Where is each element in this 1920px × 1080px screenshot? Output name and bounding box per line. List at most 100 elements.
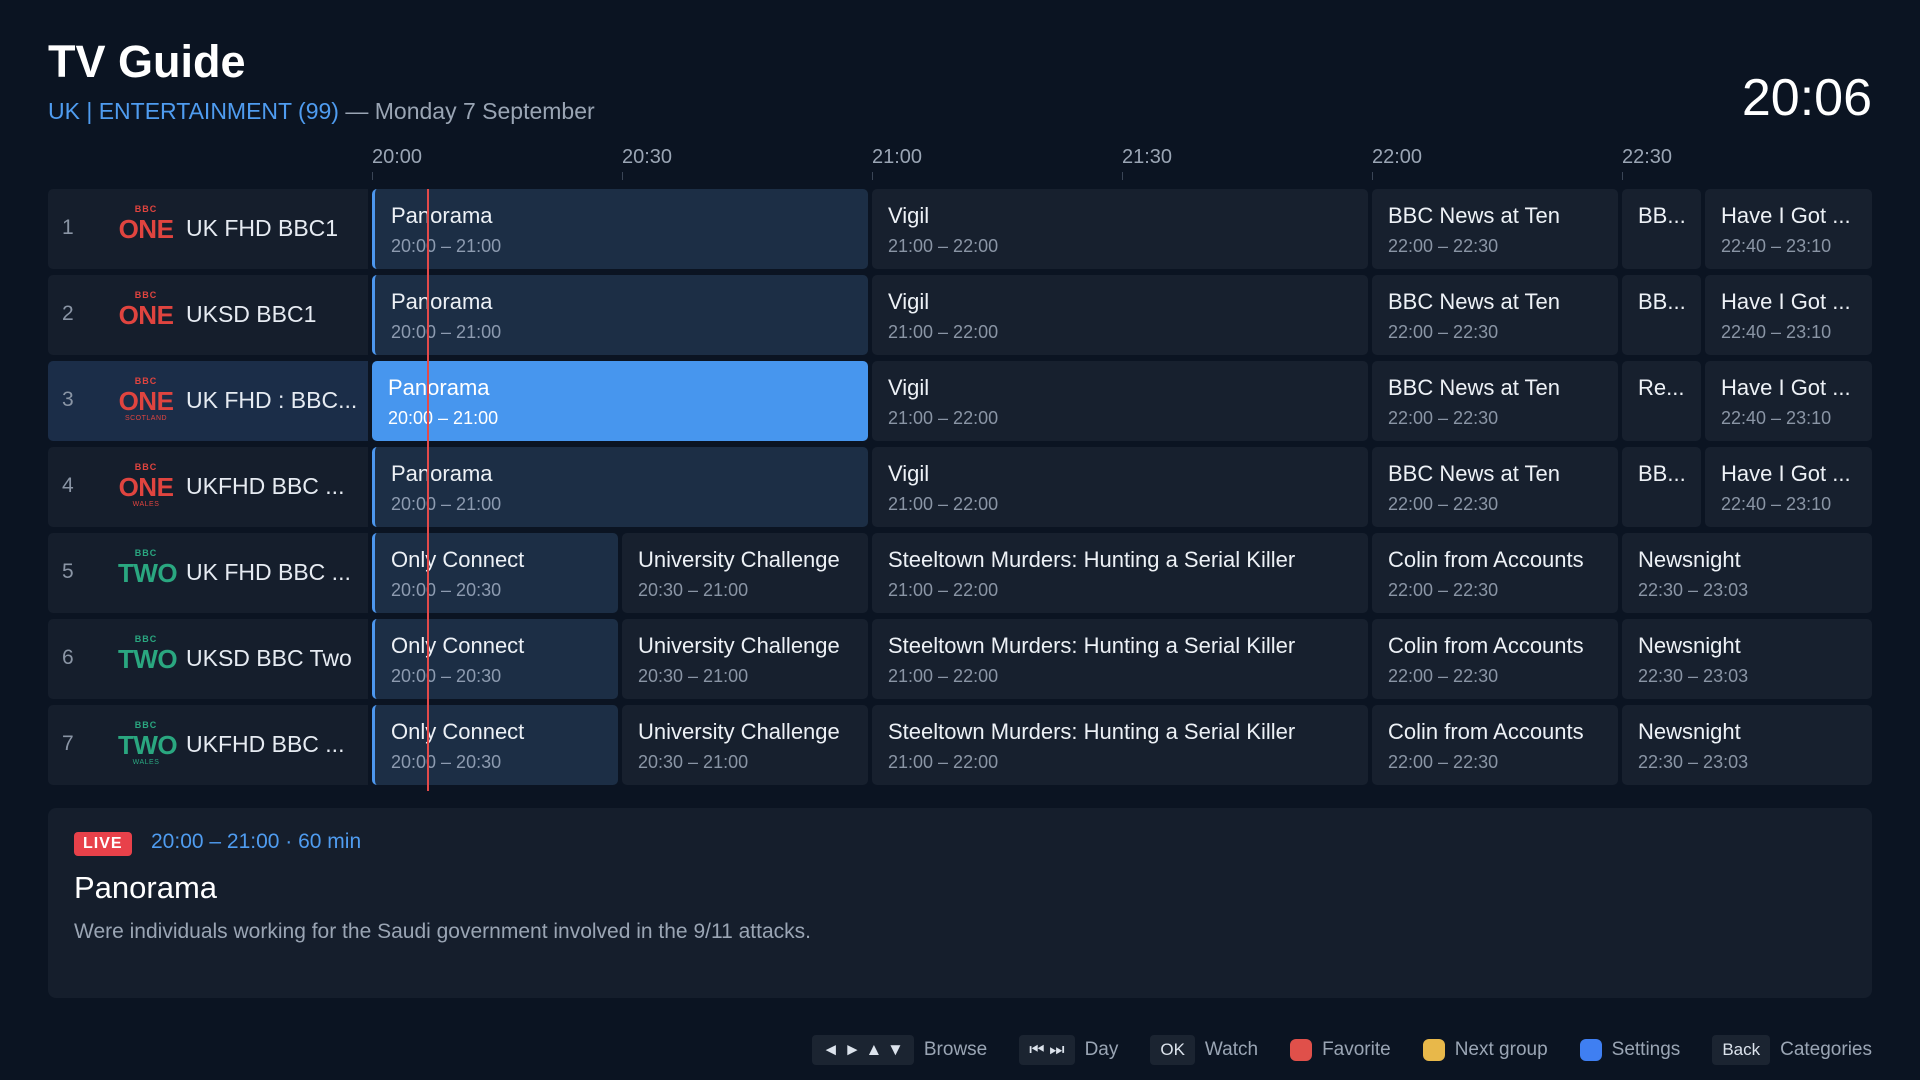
bbc-one-logo: BBC ONE xyxy=(118,204,174,244)
program-cell[interactable]: Have I Got ... 22:40 – 23:10 xyxy=(1705,275,1872,355)
program-time: 21:00 – 22:00 xyxy=(888,666,999,686)
program-title: Newsnight xyxy=(1638,633,1741,658)
live-badge: LIVE xyxy=(74,832,132,856)
program-cell[interactable]: Steeltown Murders: Hunting a Serial Kill… xyxy=(872,619,1368,699)
channel-cell[interactable]: 1 BBC ONE UK FHD BBC1 xyxy=(48,189,368,269)
program-time: 20:00 – 21:00 xyxy=(391,494,502,514)
program-title: Panorama xyxy=(391,289,493,314)
yellow-button-icon xyxy=(1422,1039,1445,1061)
program-cell[interactable]: Vigil 21:00 – 22:00 xyxy=(872,275,1368,355)
program-cell[interactable]: Newsnight 22:30 – 23:03 xyxy=(1622,619,1872,699)
channel-name: UKFHD BBC ... xyxy=(186,473,345,499)
program-cell[interactable]: BBC News at Ten 22:00 – 22:30 xyxy=(1372,275,1618,355)
program-cell[interactable]: Vigil 21:00 – 22:00 xyxy=(872,447,1368,527)
next-group-hint[interactable]: Next group xyxy=(1455,1039,1548,1061)
program-title: Vigil xyxy=(888,375,930,400)
program-cell[interactable]: University Challenge 20:30 – 21:00 xyxy=(622,619,868,699)
program-cell[interactable]: Vigil 21:00 – 22:00 xyxy=(872,189,1368,269)
channel-row-selected[interactable]: 3 BBC ONE SCOTLAND UK FHD : BBC... Panoram… xyxy=(48,361,1872,441)
program-cell[interactable]: Re... xyxy=(1622,361,1701,441)
watch-hint[interactable]: Watch xyxy=(1205,1039,1258,1061)
program-cell[interactable]: Newsnight 22:30 – 23:03 xyxy=(1622,533,1872,613)
blue-button-icon xyxy=(1579,1039,1602,1061)
channel-group[interactable]: UK | ENTERTAINMENT (99) xyxy=(48,98,339,124)
program-title: Have I Got ... xyxy=(1721,289,1851,314)
info-title: Panorama xyxy=(74,870,218,905)
favorite-hint[interactable]: Favorite xyxy=(1322,1039,1391,1061)
key-hints: ◄ ► ▲ ▼ Browse ⏮ ⏭ Day OK Watch Favorite… xyxy=(812,1034,1872,1066)
program-cell[interactable]: Colin from Accounts 22:00 – 22:30 xyxy=(1372,619,1618,699)
guide-date: Monday 7 September xyxy=(374,98,595,124)
channel-row[interactable]: 1 BBC ONE UK FHD BBC1 Panorama 20:00 – 21:… xyxy=(48,189,1872,269)
program-cell[interactable]: Only Connect 20:00 – 20:30 xyxy=(372,705,618,785)
program-cell[interactable]: Only Connect 20:00 – 20:30 xyxy=(372,533,618,613)
program-cell[interactable]: BBC News at Ten 22:00 – 22:30 xyxy=(1372,189,1618,269)
bbc-two-logo: BBC TWO xyxy=(118,548,178,588)
back-key: Back xyxy=(1712,1035,1771,1065)
program-cell[interactable]: Colin from Accounts 22:00 – 22:30 xyxy=(1372,705,1618,785)
program-time: 20:30 – 21:00 xyxy=(638,666,749,686)
program-title: Vigil xyxy=(888,203,930,228)
channel-cell[interactable]: 6 BBC TWO UKSD BBC Two xyxy=(48,619,368,699)
time-label: 22:00 xyxy=(1372,146,1423,168)
program-cell[interactable]: Have I Got ... 22:40 – 23:10 xyxy=(1705,189,1872,269)
program-cell[interactable]: BB... xyxy=(1622,189,1701,269)
program-time: 22:40 – 23:10 xyxy=(1721,236,1832,256)
channel-cell[interactable]: 7 BBC TWO WALES UKFHD BBC ... xyxy=(48,705,368,785)
program-cell[interactable]: Colin from Accounts 22:00 – 22:30 xyxy=(1372,533,1618,613)
channel-row[interactable]: 5 BBC TWO UK FHD BBC ... Only Connect 20:0… xyxy=(48,533,1872,613)
program-cell[interactable]: Newsnight 22:30 – 23:03 xyxy=(1622,705,1872,785)
program-cell[interactable]: Only Connect 20:00 – 20:30 xyxy=(372,619,618,699)
program-time: 22:40 – 23:10 xyxy=(1721,494,1832,514)
channel-cell[interactable]: 5 BBC TWO UK FHD BBC ... xyxy=(48,533,368,613)
program-cell[interactable]: University Challenge 20:30 – 21:00 xyxy=(622,533,868,613)
program-time: 22:30 – 23:03 xyxy=(1638,580,1749,600)
channel-row[interactable]: 6 BBC TWO UKSD BBC Two Only Connect 20:00 … xyxy=(48,619,1872,699)
program-title: Only Connect xyxy=(391,633,525,658)
program-cell[interactable]: BBC News at Ten 22:00 – 22:30 xyxy=(1372,447,1618,527)
program-cell[interactable]: Vigil 21:00 – 22:00 xyxy=(872,361,1368,441)
program-time: 20:00 – 20:30 xyxy=(391,666,502,686)
program-cell[interactable]: BBC News at Ten 22:00 – 22:30 xyxy=(1372,361,1618,441)
program-title: Panorama xyxy=(388,375,490,400)
channel-number: 5 xyxy=(62,560,74,583)
program-cell[interactable]: Panorama 20:00 – 21:00 xyxy=(372,189,868,269)
page-title: TV Guide xyxy=(48,36,246,87)
categories-hint[interactable]: Categories xyxy=(1780,1039,1872,1061)
channel-number: 4 xyxy=(62,474,74,497)
program-title: BBC News at Ten xyxy=(1388,461,1561,486)
bbc-one-logo: BBC ONE xyxy=(118,290,174,330)
settings-hint[interactable]: Settings xyxy=(1612,1039,1681,1061)
program-time: 21:00 – 22:00 xyxy=(888,408,999,428)
channel-cell[interactable]: 3 BBC ONE SCOTLAND UK FHD : BBC... xyxy=(48,361,368,441)
channel-cell[interactable]: 2 BBC ONE UKSD BBC1 xyxy=(48,275,368,355)
program-time: 22:00 – 22:30 xyxy=(1388,408,1499,428)
header: TV Guide UK | ENTERTAINMENT (99) — Monda… xyxy=(48,36,1872,136)
program-time: 21:00 – 22:00 xyxy=(888,494,999,514)
program-title: BB... xyxy=(1638,203,1686,228)
program-cell-focused[interactable]: Panorama 20:00 – 21:00 xyxy=(372,361,868,441)
program-cell[interactable]: BB... xyxy=(1622,275,1701,355)
program-cell[interactable]: Steeltown Murders: Hunting a Serial Kill… xyxy=(872,705,1368,785)
channel-row[interactable]: 2 BBC ONE UKSD BBC1 Panorama 20:00 – 21:00… xyxy=(48,275,1872,355)
browse-hint[interactable]: Browse xyxy=(924,1039,987,1061)
channel-row[interactable]: 7 BBC TWO WALES UKFHD BBC ... Only Connect… xyxy=(48,705,1872,785)
time-label: 22:30 xyxy=(1622,146,1673,168)
bbc-one-scotland-logo: BBC ONE SCOTLAND xyxy=(118,376,174,422)
program-cell[interactable]: University Challenge 20:30 – 21:00 xyxy=(622,705,868,785)
program-time: 22:00 – 22:30 xyxy=(1388,236,1499,256)
program-time: 21:00 – 22:00 xyxy=(888,752,999,772)
program-cell[interactable]: Have I Got ... 22:40 – 23:10 xyxy=(1705,447,1872,527)
program-cell[interactable]: Panorama 20:00 – 21:00 xyxy=(372,447,868,527)
program-time: 22:40 – 23:10 xyxy=(1721,322,1832,342)
program-cell[interactable]: Have I Got ... 22:40 – 23:10 xyxy=(1705,361,1872,441)
program-cell[interactable]: BB... xyxy=(1622,447,1701,527)
channel-row[interactable]: 4 BBC ONE WALES UKFHD BBC ... Panorama 20:0… xyxy=(48,447,1872,527)
program-time: 20:30 – 21:00 xyxy=(638,752,749,772)
day-hint[interactable]: Day xyxy=(1085,1039,1119,1061)
channel-cell[interactable]: 4 BBC ONE WALES UKFHD BBC ... xyxy=(48,447,368,527)
clock: 20:06 xyxy=(1741,69,1872,127)
program-time: 20:00 – 21:00 xyxy=(391,322,502,342)
program-cell[interactable]: Steeltown Murders: Hunting a Serial Kill… xyxy=(872,533,1368,613)
program-cell[interactable]: Panorama 20:00 – 21:00 xyxy=(372,275,868,355)
